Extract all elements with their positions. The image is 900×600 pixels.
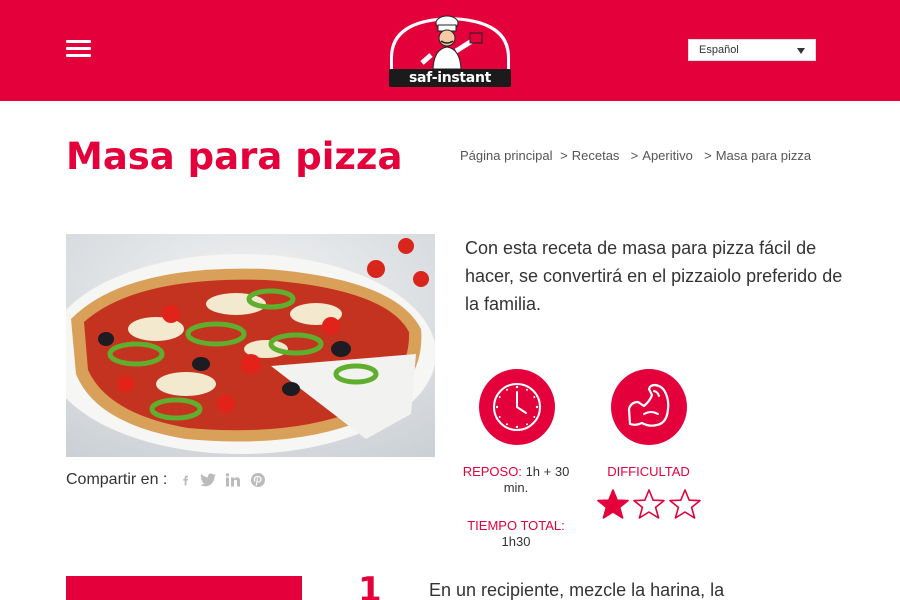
difficulty-rating bbox=[596, 488, 704, 522]
saf-instant-logo[interactable]: saf-instant bbox=[386, 11, 514, 90]
flexed-arm-icon bbox=[611, 369, 687, 445]
recipe-description: Con esta receta de masa para pizza fácil… bbox=[465, 238, 843, 314]
total-time-label: TIEMPO TOTAL: bbox=[467, 518, 565, 533]
step-number: 1 bbox=[358, 570, 382, 600]
language-select[interactable]: Español bbox=[688, 39, 816, 61]
breadcrumb: Página principal > Recetas > Aperitivo > Ma… bbox=[460, 148, 811, 163]
page-title: Masa para pizza bbox=[66, 135, 403, 178]
rest-time-label: REPOSO: bbox=[462, 464, 522, 479]
difficulty-label: DIFFICULTAD bbox=[607, 464, 690, 479]
total-time-value: 1h30 bbox=[501, 534, 531, 549]
share-bar: Compartir en : bbox=[66, 471, 267, 489]
breadcrumb-separator: > bbox=[627, 148, 639, 163]
facebook-icon[interactable] bbox=[180, 472, 192, 488]
dropdown-arrow-icon bbox=[797, 48, 805, 54]
breadcrumb-recetas[interactable]: Recetas bbox=[572, 148, 620, 163]
language-select-value: Español bbox=[699, 44, 739, 56]
twitter-icon[interactable] bbox=[199, 472, 217, 488]
star-filled-icon bbox=[597, 489, 629, 519]
logo-wordmark: saf-instant bbox=[389, 69, 511, 87]
pinterest-icon[interactable] bbox=[249, 472, 267, 488]
breadcrumb-home[interactable]: Página principal bbox=[460, 148, 553, 163]
rest-time: REPOSO: 1h + 30 min. bbox=[462, 464, 570, 496]
total-time: TIEMPO TOTAL: 1h30 bbox=[462, 518, 570, 550]
breadcrumb-separator: > bbox=[560, 148, 568, 163]
star-empty-icon bbox=[669, 489, 701, 519]
breadcrumb-current: Masa para pizza bbox=[715, 148, 812, 163]
share-label: Compartir en : bbox=[66, 471, 168, 488]
step-text: En un recipiente, mezcle la harina, la bbox=[429, 580, 725, 600]
breadcrumb-separator: > bbox=[700, 148, 712, 163]
hamburger-menu-icon[interactable] bbox=[66, 38, 91, 60]
pizza-photo bbox=[66, 234, 435, 457]
star-empty-icon bbox=[633, 489, 665, 519]
linkedin-icon[interactable] bbox=[224, 472, 242, 488]
ingredients-header-block bbox=[66, 576, 302, 600]
site-header: saf-instant Español bbox=[0, 0, 900, 101]
clock-icon bbox=[479, 369, 555, 445]
breadcrumb-aperitivo[interactable]: Aperitivo bbox=[642, 148, 693, 163]
